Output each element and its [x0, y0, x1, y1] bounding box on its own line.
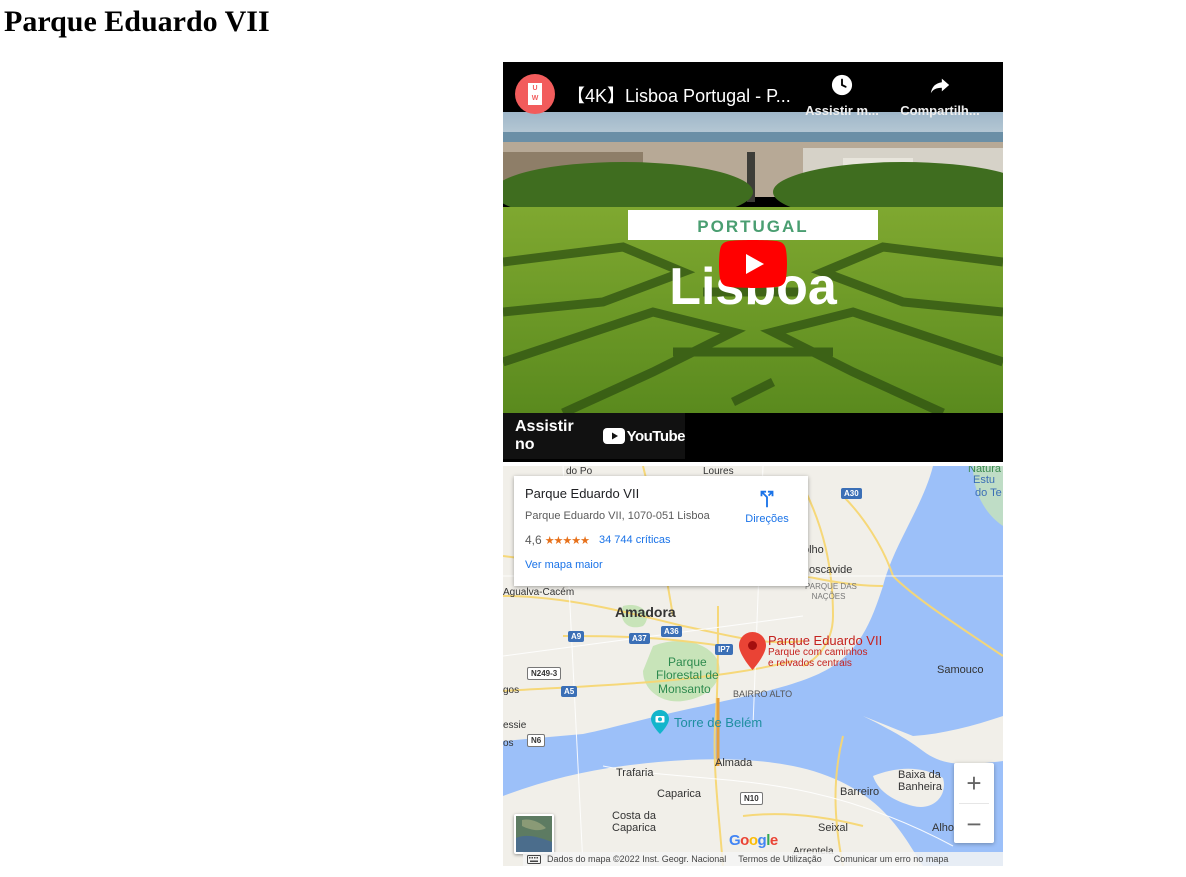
map-label-natura-3: do Te — [975, 487, 1002, 499]
pin-place-title[interactable]: Parque Eduardo VII — [768, 633, 882, 648]
share-icon — [930, 78, 950, 94]
watch-on-youtube-button[interactable]: Assistir no YouTube — [503, 413, 686, 459]
directions-button[interactable]: Direções — [742, 488, 792, 525]
road-shield-n249: N249-3 — [527, 667, 562, 680]
map-label-monsanto-3: Monsanto — [658, 682, 711, 696]
terms-link[interactable]: Termos de Utilização — [738, 854, 822, 864]
rating-row: 4,6 ★★★★★ 34 744 críticas — [525, 533, 797, 547]
thumb-banner: PORTUGAL — [697, 217, 808, 236]
play-button-icon[interactable] — [719, 240, 787, 288]
youtube-embed[interactable]: PORTUGAL Lisboa UW 【4K】Lisboa Portugal -… — [503, 62, 1003, 462]
page-title: Parque Eduardo VII — [4, 5, 270, 38]
zoom-in-button[interactable]: + — [954, 763, 994, 803]
map-label-samouco: Samouco — [937, 664, 984, 676]
map-label-monsanto-2: Florestal de — [656, 668, 719, 682]
road-shield-a9: A9 — [568, 631, 585, 642]
report-error-link[interactable]: Comunicar um erro no mapa — [834, 854, 949, 864]
video-title[interactable]: 【4K】Lisboa Portugal - P... — [567, 82, 792, 108]
map-data-attribution: Dados do mapa ©2022 Inst. Geogr. Naciona… — [547, 854, 727, 864]
map-label-essie: essie — [503, 720, 527, 731]
rating-stars-icon: ★★★★★ — [544, 534, 590, 547]
road-shield-n6: N6 — [527, 734, 546, 747]
map-label-barreiro: Barreiro — [840, 786, 880, 798]
map-label-moscavide: oscavide — [809, 564, 853, 576]
map-label-alho: Alho — [932, 822, 955, 834]
map-label-gos: gos — [503, 685, 520, 696]
watch-later-label: Assistir m... — [805, 103, 879, 118]
keyboard-icon[interactable] — [527, 854, 541, 864]
map-footer: Dados do mapa ©2022 Inst. Geogr. Naciona… — [523, 852, 1003, 866]
map-label-parque-nacoes: PARQUE DAS NAÇÕES — [805, 582, 857, 601]
road-shield-a37: A37 — [629, 633, 650, 644]
map-label-costa-caparica: Costa da Caparica — [612, 810, 657, 834]
road-shield-a36: A36 — [661, 626, 682, 637]
map-label-caparica: Caparica — [657, 788, 702, 800]
camera-pin-icon[interactable] — [651, 710, 669, 734]
map-label-os: os — [503, 738, 514, 749]
map-label-torre-belem[interactable]: Torre de Belém — [674, 715, 762, 730]
youtube-wordmark: YouTube — [626, 427, 686, 445]
place-info-card: Parque Eduardo VII Parque Eduardo VII, 1… — [514, 476, 808, 586]
youtube-logo-icon: YouTube — [602, 427, 686, 445]
map-label-almada: Almada — [715, 757, 753, 769]
zoom-controls: + − — [954, 763, 994, 843]
map-label-baixa-banheira: Baixa da Banheira — [898, 769, 943, 793]
map-label-agualva: Agualva-Cacém — [503, 587, 575, 598]
map-pin-icon[interactable] — [739, 632, 766, 670]
rating-value: 4,6 — [525, 533, 542, 547]
share-button[interactable]: Compartilh... — [898, 74, 982, 118]
road-shield-ip7: IP7 — [715, 644, 734, 655]
map-label-natura-2: Estu — [973, 474, 996, 486]
watch-on-label: Assistir no — [515, 418, 574, 453]
satellite-thumbnail-icon — [516, 816, 552, 852]
google-map-embed[interactable]: do Po Loures Natura Estu do Te olho osca… — [503, 466, 1003, 866]
watch-later-button[interactable]: Assistir m... — [800, 74, 884, 118]
channel-avatar[interactable]: UW — [515, 74, 555, 114]
clock-icon — [831, 74, 853, 96]
road-shield-n10: N10 — [740, 792, 763, 805]
pin-place-subtitle: Parque com caminhos e relvados centrais — [768, 647, 868, 669]
directions-icon — [760, 490, 774, 508]
share-label: Compartilh... — [900, 103, 980, 118]
road-shield-a5: A5 — [561, 686, 578, 697]
zoom-out-button[interactable]: − — [954, 804, 994, 844]
directions-label: Direções — [745, 513, 789, 525]
road-shield-a30: A30 — [841, 488, 862, 499]
map-label-amadora: Amadora — [615, 604, 676, 620]
map-label-bairro-alto: BAIRRO ALTO — [733, 689, 793, 699]
map-label-seixal: Seixal — [818, 822, 848, 834]
video-top-bar: UW 【4K】Lisboa Portugal - P... Assistir m… — [503, 62, 1003, 118]
satellite-toggle-button[interactable] — [514, 814, 554, 854]
channel-badge-text: UW — [528, 83, 542, 105]
reviews-link[interactable]: 34 744 críticas — [599, 534, 671, 546]
view-larger-map-link[interactable]: Ver mapa maior — [525, 559, 603, 571]
map-label-trafaria: Trafaria — [616, 767, 654, 779]
google-logo: Google — [729, 832, 778, 849]
